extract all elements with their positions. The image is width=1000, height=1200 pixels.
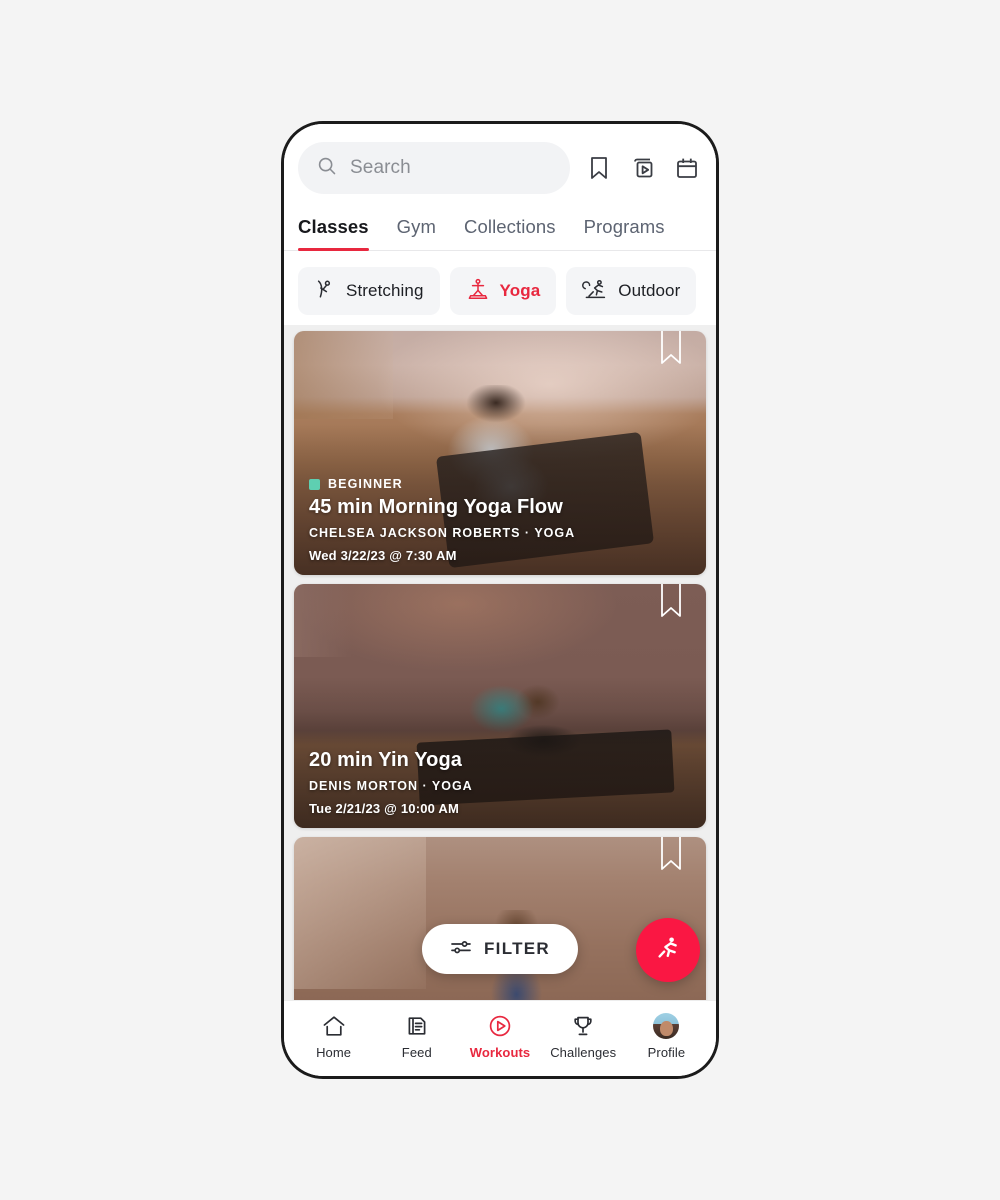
nav-item-feed[interactable]: Feed xyxy=(375,1013,458,1060)
running-figure-icon xyxy=(653,933,683,968)
workout-feed[interactable]: BEGINNER 45 min Morning Yoga Flow CHELSE… xyxy=(284,325,716,1000)
yoga-figure-icon xyxy=(466,277,490,306)
bookmark-ribbon-icon[interactable] xyxy=(660,584,682,626)
sliders-icon xyxy=(450,938,472,961)
chip-outdoor-label: Outdoor xyxy=(618,281,681,300)
difficulty-dot-icon xyxy=(309,478,320,490)
nav-item-workouts[interactable]: Workouts xyxy=(458,1013,541,1060)
video-stack-icon[interactable] xyxy=(628,152,658,184)
search-icon xyxy=(316,155,338,182)
play-circle-icon xyxy=(487,1013,513,1039)
chip-yoga-label: Yoga xyxy=(499,281,541,300)
difficulty-label: BEGINNER xyxy=(328,477,403,492)
tab-classes[interactable]: Classes xyxy=(298,216,369,251)
search-row: Search xyxy=(298,142,702,194)
filter-button[interactable]: FILTER xyxy=(421,924,579,974)
chip-outdoor[interactable]: Outdoor xyxy=(566,267,697,315)
app-header: Search xyxy=(284,124,716,194)
nav-feed-label: Feed xyxy=(401,1045,432,1060)
home-icon xyxy=(321,1013,347,1039)
tab-gym-label: Gym xyxy=(396,216,437,237)
card-meta: BEGINNER 45 min Morning Yoga Flow CHELSE… xyxy=(309,477,691,563)
card-instructor-discipline: CHELSEA JACKSON ROBERTS · YOGA xyxy=(309,526,576,541)
search-placeholder: Search xyxy=(350,157,411,178)
workout-card[interactable]: 20 min Yin Yoga DENIS MORTON · YOGA Tue … xyxy=(294,584,706,829)
tab-programs-label: Programs xyxy=(583,216,665,237)
workout-card[interactable]: BEGINNER 45 min Morning Yoga Flow CHELSE… xyxy=(294,331,706,576)
card-title: 45 min Morning Yoga Flow xyxy=(309,496,563,519)
nav-home-label: Home xyxy=(316,1045,352,1060)
nav-profile-label: Profile xyxy=(647,1045,686,1060)
workout-card[interactable] xyxy=(294,837,706,1000)
tab-collections[interactable]: Collections xyxy=(464,216,556,250)
nav-item-challenges[interactable]: Challenges xyxy=(542,1013,625,1060)
stretching-figure-icon xyxy=(314,277,336,306)
chip-yoga[interactable]: Yoga xyxy=(449,267,557,315)
avatar xyxy=(653,1013,680,1039)
calendar-icon[interactable] xyxy=(672,152,702,184)
card-datetime: Tue 2/21/23 @ 10:00 AM xyxy=(309,801,460,817)
difficulty-badge: BEGINNER xyxy=(309,477,691,491)
tab-programs[interactable]: Programs xyxy=(584,216,665,250)
bottom-navigation: Home Feed Workouts Challenges Profile xyxy=(284,1000,716,1076)
search-input[interactable]: Search xyxy=(298,142,570,194)
start-workout-fab[interactable] xyxy=(636,918,700,982)
bookmark-icon[interactable] xyxy=(584,152,614,184)
bookmark-ribbon-icon[interactable] xyxy=(660,331,682,373)
filter-label: FILTER xyxy=(483,939,551,958)
nav-item-profile[interactable]: Profile xyxy=(625,1013,708,1060)
chip-stretching-label: Stretching xyxy=(346,281,424,300)
tab-collections-label: Collections xyxy=(464,216,556,237)
running-figure-icon xyxy=(582,277,608,306)
card-instructor-discipline: DENIS MORTON · YOGA xyxy=(309,779,473,794)
avatar-icon xyxy=(653,1013,680,1039)
nav-item-home[interactable]: Home xyxy=(292,1013,375,1060)
card-title: 20 min Yin Yoga xyxy=(309,749,463,772)
tab-classes-label: Classes xyxy=(298,216,369,237)
card-datetime: Wed 3/22/23 @ 7:30 AM xyxy=(309,548,457,564)
card-meta: 20 min Yin Yoga DENIS MORTON · YOGA Tue … xyxy=(309,749,691,816)
trophy-icon xyxy=(571,1013,595,1039)
nav-challenges-label: Challenges xyxy=(550,1045,617,1060)
nav-workouts-label: Workouts xyxy=(469,1045,531,1060)
tab-bar: Classes Gym Collections Programs xyxy=(284,216,716,251)
screen-canvas: Search Classes Gym Collections Programs … xyxy=(0,0,1000,1200)
category-chip-row: Stretching Yoga Outdoor xyxy=(284,251,716,326)
tab-gym[interactable]: Gym xyxy=(397,216,436,250)
phone-frame: Search Classes Gym Collections Programs … xyxy=(281,121,719,1079)
bookmark-ribbon-icon[interactable] xyxy=(660,837,682,879)
card-image xyxy=(294,837,706,1000)
feed-icon xyxy=(405,1013,429,1039)
chip-stretching[interactable]: Stretching xyxy=(298,267,440,315)
